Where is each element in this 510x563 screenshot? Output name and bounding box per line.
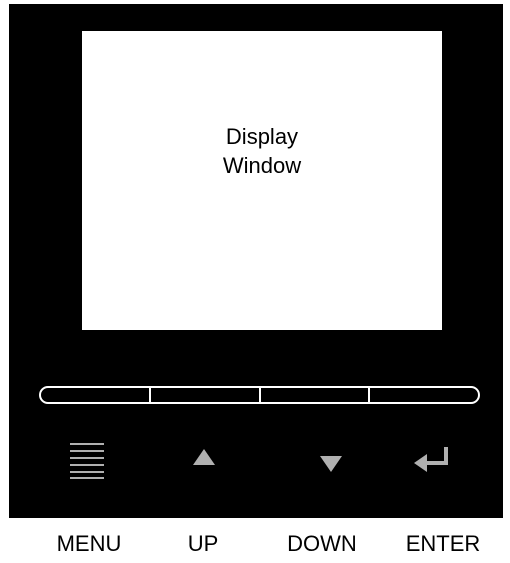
down-label: DOWN xyxy=(287,531,357,556)
display-window-label: Display Window xyxy=(223,122,301,180)
button-labels: MENU UP DOWN ENTER xyxy=(0,531,510,563)
down-key[interactable] xyxy=(261,388,371,402)
up-label: UP xyxy=(187,531,219,556)
enter-icon xyxy=(414,447,448,472)
down-arrow-icon xyxy=(320,456,342,472)
display-label-line1: Display xyxy=(225,123,299,149)
enter-key[interactable] xyxy=(370,388,478,402)
menu-icon xyxy=(70,443,104,479)
menu-label: MENU xyxy=(56,531,122,556)
menu-key[interactable] xyxy=(41,388,151,402)
up-arrow-icon xyxy=(193,449,215,465)
keypad-bar xyxy=(39,386,480,404)
enter-label: ENTER xyxy=(405,531,481,556)
display-window: Display Window xyxy=(82,31,442,330)
display-label-line2: Window xyxy=(222,152,302,178)
up-key[interactable] xyxy=(151,388,261,402)
device-panel: Display Window xyxy=(9,4,503,518)
